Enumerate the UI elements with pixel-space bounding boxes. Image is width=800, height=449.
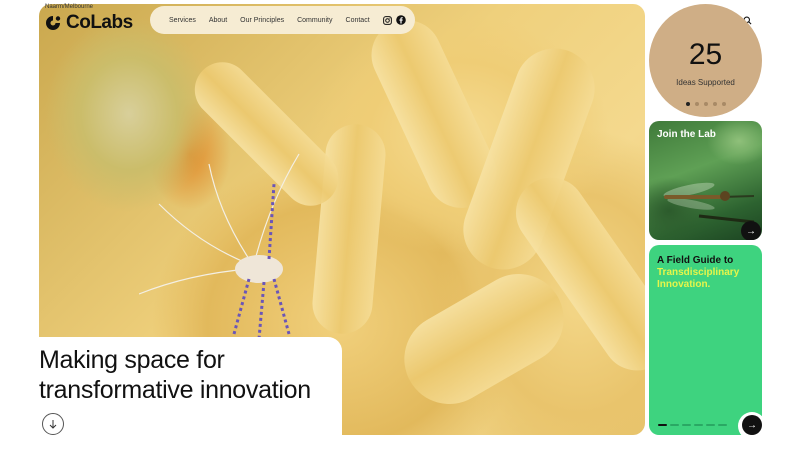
progress-segment[interactable] <box>682 424 691 426</box>
scroll-down-button[interactable] <box>42 413 64 435</box>
hero-headline: Making space for transformative innovati… <box>39 345 339 405</box>
guide-title-part1: A Field Guide to <box>657 255 734 266</box>
instagram-icon[interactable] <box>382 15 392 25</box>
main-nav: Services About Our Principles Community … <box>150 6 415 34</box>
logo[interactable]: CoLabs <box>44 12 133 34</box>
field-guide-card[interactable]: A Field Guide to Transdisciplinary Innov… <box>649 245 762 435</box>
stat-label: Ideas Supported <box>676 78 735 87</box>
carousel-dot[interactable] <box>721 102 726 106</box>
arrow-down-icon <box>49 420 57 429</box>
nav-services[interactable]: Services <box>169 17 196 24</box>
guide-card-title: A Field Guide to Transdisciplinary Innov… <box>657 255 753 291</box>
nav-contact[interactable]: Contact <box>346 17 370 24</box>
arrow-right-icon: → <box>747 419 757 431</box>
stat-value: 25 <box>688 38 723 71</box>
progress-segment[interactable] <box>670 424 679 426</box>
stat-carousel-dots <box>649 102 762 106</box>
carousel-dot[interactable] <box>685 102 690 106</box>
progress-segment[interactable] <box>718 424 727 426</box>
carousel-dot[interactable] <box>712 102 717 106</box>
location-label: Naarm/Melbourne <box>45 4 94 10</box>
dragonfly-image <box>663 182 754 224</box>
join-arrow-button[interactable]: → <box>741 221 761 240</box>
progress-segment[interactable] <box>706 424 715 426</box>
guide-progress-bars <box>658 424 727 426</box>
colabs-logo-icon <box>46 16 61 30</box>
headline-line-2: transformative innovation <box>39 376 311 404</box>
nav-about[interactable]: About <box>209 17 227 24</box>
guide-title-highlight: Transdisciplinary Innovation. <box>657 267 740 290</box>
carousel-dot[interactable] <box>703 102 708 106</box>
guide-arrow-button[interactable]: → <box>742 415 762 435</box>
nav-our-principles[interactable]: Our Principles <box>240 17 284 24</box>
arrow-right-icon: → <box>746 225 756 237</box>
progress-segment[interactable] <box>694 424 703 426</box>
facebook-icon[interactable] <box>395 15 406 25</box>
nav-community[interactable]: Community <box>297 17 332 24</box>
headline-line-1: Making space for <box>39 346 225 374</box>
carousel-dot[interactable] <box>694 102 699 106</box>
ideas-supported-stat: 25 Ideas Supported <box>649 4 762 117</box>
join-card-title: Join the Lab <box>657 129 716 140</box>
progress-segment[interactable] <box>658 424 667 426</box>
join-the-lab-card[interactable]: Join the Lab → <box>649 121 762 240</box>
brand-name: CoLabs <box>66 12 133 33</box>
